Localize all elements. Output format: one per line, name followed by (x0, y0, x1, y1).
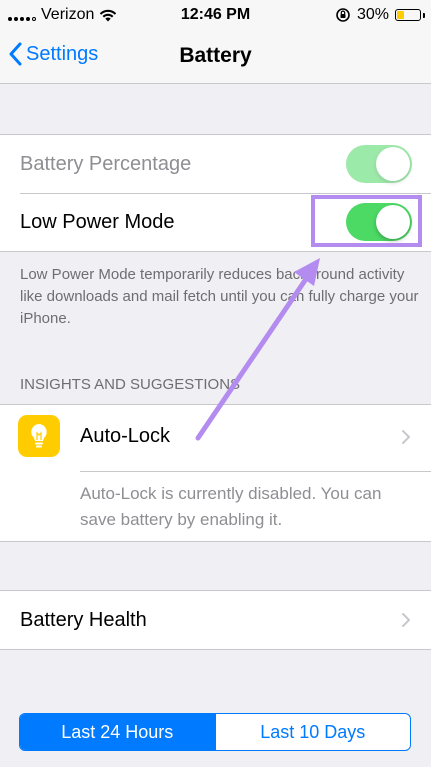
battery-percentage-row: Battery Percentage (0, 135, 431, 193)
battery-icon (395, 9, 425, 21)
battery-percent: 30% (356, 6, 389, 23)
low-power-mode-label: Low Power Mode (20, 210, 175, 233)
status-bar: Verizon 12:46 PM 30% (0, 0, 431, 32)
battery-percentage-label: Battery Percentage (20, 152, 192, 175)
battery-health-label: Battery Health (20, 608, 147, 631)
segment-last-10-days[interactable]: Last 10 Days (214, 714, 411, 750)
segment-last-24-hours[interactable]: Last 24 Hours (20, 714, 215, 750)
status-right: 30% (335, 6, 425, 24)
low-power-footnote: Low Power Mode temporarily reduces backg… (20, 266, 419, 327)
time-range-segmented-control: Last 24 Hours Last 10 Days (19, 713, 411, 751)
rotation-lock-icon (336, 8, 350, 22)
toggle-knob (376, 147, 410, 181)
auto-lock-label: Auto-Lock (80, 425, 171, 447)
chevron-right-icon (402, 613, 410, 627)
battery-fill (397, 11, 404, 19)
lightbulb-icon (18, 415, 60, 457)
insights-group: Auto-Lock Auto-Lock is currently disable… (0, 404, 431, 542)
battery-health-group: Battery Health (0, 590, 431, 650)
auto-lock-row[interactable]: Auto-Lock (0, 405, 431, 471)
chevron-right-icon (402, 430, 410, 444)
battery-percentage-toggle[interactable] (346, 145, 412, 183)
page-title: Battery (179, 44, 252, 67)
divider (80, 471, 431, 472)
annotation-highlight-box (311, 195, 422, 247)
battery-health-row[interactable]: Battery Health (0, 591, 431, 649)
insights-section-header: INSIGHTS AND SUGGESTIONS (20, 376, 241, 393)
navigation-bar: Settings Battery (0, 32, 431, 84)
auto-lock-description: Auto-Lock is currently disabled. You can… (80, 484, 382, 529)
